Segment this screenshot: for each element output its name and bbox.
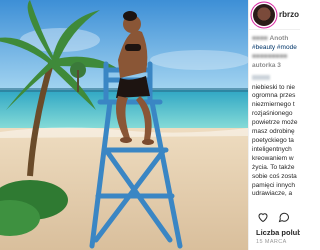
comment-line: powietrze może	[252, 119, 298, 127]
post-actions	[257, 210, 290, 223]
comment-line: inteligentnych	[252, 145, 292, 153]
heart-icon[interactable]	[257, 210, 269, 223]
comment-line: udrawiacze, a	[252, 190, 293, 198]
hashtags[interactable]: #beauty #mode	[252, 44, 300, 53]
caption-and-comments: ■■■■ Anoth #beauty #mode ■■■■■■■■■ autor…	[249, 30, 300, 199]
comment-icon[interactable]	[278, 210, 290, 223]
comment-line: masz odrobinę	[252, 128, 295, 136]
post-header: rbrzo	[249, 0, 300, 30]
comment-line: niezmiernego t	[252, 101, 295, 109]
caption-user-blur: ■■■■	[252, 35, 268, 42]
comment-line: rozjaśnionego	[252, 110, 293, 118]
caption-lead: Anoth	[269, 35, 289, 42]
username-link[interactable]: rbrzo	[279, 10, 299, 19]
caption-blurred-line: ■■■■■■■■■	[252, 52, 288, 60]
post-photo[interactable]	[0, 0, 248, 250]
post-date: 15 MARCA	[256, 239, 287, 245]
avatar[interactable]	[253, 3, 275, 26]
post-side-panel: rbrzo ■■■■ Anoth #beauty #mode ■■■■■■■■■…	[248, 0, 300, 250]
comment-line: sobie coś zosta	[252, 172, 297, 180]
comment-user-blur[interactable]	[252, 75, 270, 81]
comment-line: poetyckiego ta	[252, 136, 294, 144]
comment-line: ogromna przes	[252, 92, 296, 100]
comment-line: pamięci innych	[252, 181, 295, 189]
comment-line: kreowaniem w	[252, 154, 294, 162]
caption-line-2: autorka	[252, 61, 276, 69]
beach-scene	[0, 0, 248, 250]
comment-line: niebieski to nie	[252, 83, 295, 91]
likes-count-label[interactable]: Liczba polubie	[256, 228, 300, 237]
comment-line: życia. To także	[252, 163, 295, 171]
caption-suffix: 3	[277, 61, 281, 69]
